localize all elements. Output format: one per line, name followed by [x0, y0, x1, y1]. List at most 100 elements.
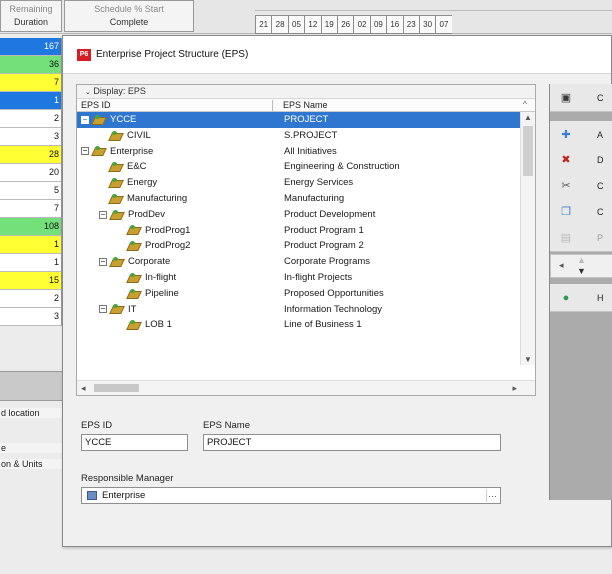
column-divider[interactable]	[272, 100, 273, 111]
eps-name-text: Line of Business 1	[284, 319, 362, 331]
eps-tree-row[interactable]: LOB 1 Line of Business 1	[77, 317, 520, 333]
schedule-complete-header[interactable]: Schedule % Start Complete	[64, 0, 194, 32]
dialog-titlebar[interactable]: P6 Enterprise Project Structure (EPS)	[63, 36, 611, 74]
eps-node: − Corporate	[99, 254, 170, 270]
eps-name-text: Product Development	[284, 208, 376, 220]
vertical-scrollbar[interactable]: ▲ ▼	[520, 112, 535, 365]
duration-cell[interactable]: 3	[0, 128, 62, 146]
eps-node-icon	[92, 146, 106, 156]
eps-node-icon	[109, 130, 123, 141]
eps-id-text: CIVIL	[127, 129, 151, 141]
eps-tree-row[interactable]: Pipeline Proposed Opportunities	[77, 286, 520, 302]
eps-id-text: LOB 1	[145, 319, 172, 331]
move-down-icon[interactable]: ▼	[577, 266, 586, 276]
collapse-toggle-icon[interactable]: −	[99, 210, 107, 219]
display-filter-bar[interactable]: ⌄ Display: EPS	[77, 85, 535, 99]
eps-node-icon	[92, 114, 106, 125]
duration-cell[interactable]: 20	[0, 164, 62, 182]
eps-tree-row[interactable]: CIVIL S.PROJECT	[77, 128, 520, 144]
eps-tree-row[interactable]: − Enterprise All Initiatives	[77, 144, 520, 160]
duration-cell[interactable]: 2	[0, 110, 62, 128]
cut-button[interactable]: ✂ C	[550, 172, 612, 200]
move-up-icon[interactable]: ▲	[577, 255, 586, 265]
horizontal-scrollbar[interactable]: ◂ ▸	[77, 380, 535, 395]
eps-id-label: EPS ID	[81, 420, 113, 431]
responsible-manager-value: Enterprise	[102, 490, 146, 501]
duration-cell[interactable]: 7	[0, 200, 62, 218]
duration-cell[interactable]: 108	[0, 218, 62, 236]
duration-cell[interactable]: 2	[0, 290, 62, 308]
duration-cell[interactable]: 1	[0, 254, 62, 272]
add-button[interactable]: ✚ A	[550, 121, 612, 149]
help-button[interactable]: ● H	[550, 284, 612, 312]
eps-tree-row[interactable]: E&C Engineering & Construction	[77, 159, 520, 175]
background-label: d location	[0, 408, 62, 418]
duration-cell[interactable]: 36	[0, 56, 62, 74]
scroll-down-icon[interactable]: ▼	[524, 355, 532, 364]
header-line-1: Schedule % Start	[94, 4, 164, 14]
close-button-label: C	[597, 92, 604, 103]
close-button[interactable]: ▣ C	[550, 84, 612, 112]
eps-id-column-header[interactable]: EPS ID	[81, 99, 111, 111]
eps-tree-row[interactable]: ProdProg2 Product Program 2	[77, 238, 520, 254]
eps-tree-panel: ⌄ Display: EPS EPS ID EPS Name ^ − YCCE PR…	[76, 84, 536, 396]
eps-tree-row[interactable]: − YCCE PROJECT	[77, 112, 520, 128]
scroll-thumb[interactable]	[94, 384, 139, 392]
cut-button-label: C	[597, 180, 604, 191]
eps-id-text: Pipeline	[145, 287, 179, 299]
eps-node: − Enterprise	[81, 144, 153, 160]
collapse-toggle-icon[interactable]: −	[81, 147, 89, 156]
paste-button[interactable]: ▤ P	[550, 224, 612, 252]
eps-tree-row[interactable]: ProdProg1 Product Program 1	[77, 223, 520, 239]
responsible-manager-field[interactable]: Enterprise …	[81, 487, 501, 504]
collapse-toggle-icon[interactable]: −	[81, 115, 89, 124]
scroll-left-icon[interactable]: ◂	[81, 383, 86, 394]
eps-node-icon	[110, 304, 124, 314]
duration-cell[interactable]: 1	[0, 236, 62, 254]
eps-node-icon	[127, 272, 141, 283]
duration-cell[interactable]: 7	[0, 74, 62, 92]
sort-up-icon: ^	[523, 100, 527, 109]
timeline-month-band	[255, 0, 612, 11]
duration-cell[interactable]: 5	[0, 182, 62, 200]
collapse-chevron-icon: ⌄	[85, 89, 91, 96]
display-label: Display: EPS	[93, 86, 146, 96]
remaining-duration-header[interactable]: Remaining Duration	[0, 0, 62, 32]
eps-id-text: YCCE	[110, 114, 137, 125]
eps-tree-row[interactable]: Manufacturing Manufacturing	[77, 191, 520, 207]
eps-node: − IT	[99, 302, 136, 318]
eps-name-column-header[interactable]: EPS Name	[283, 99, 328, 111]
scroll-thumb[interactable]	[523, 126, 533, 176]
duration-cell[interactable]: 15	[0, 272, 62, 290]
eps-id-text: Enterprise	[110, 145, 154, 157]
eps-name-field[interactable]: PROJECT	[203, 434, 501, 451]
scroll-right-icon[interactable]: ▸	[512, 383, 517, 394]
eps-id-field[interactable]: YCCE	[81, 434, 188, 451]
collapse-toggle-icon[interactable]: −	[99, 305, 107, 314]
eps-tree-row[interactable]: In-flight In-flight Projects	[77, 270, 520, 286]
copy-button[interactable]: ❐ C	[550, 198, 612, 226]
eps-tree-row[interactable]: − ProdDev Product Development	[77, 207, 520, 223]
duration-cell[interactable]: 28	[0, 146, 62, 164]
collapse-toggle-icon[interactable]: −	[99, 258, 107, 267]
timeline-day-cell: 30	[418, 15, 436, 34]
eps-node: Pipeline	[127, 286, 179, 302]
browse-manager-button[interactable]: …	[486, 489, 498, 502]
duration-cell[interactable]: 167	[0, 38, 62, 56]
timeline-day-cell: 19	[320, 15, 337, 34]
manager-obs-icon	[87, 490, 97, 500]
eps-name-text: Manufacturing	[284, 192, 345, 204]
duration-cell[interactable]: 1	[0, 92, 62, 110]
move-left-icon[interactable]: ◂	[559, 260, 564, 271]
eps-node-icon	[109, 162, 123, 172]
eps-name-text: Engineering & Construction	[284, 161, 400, 173]
eps-tree-row[interactable]: − IT Information Technology	[77, 302, 520, 318]
delete-button[interactable]: ✖ D	[550, 146, 612, 174]
scroll-up-icon[interactable]: ▲	[524, 113, 532, 122]
eps-tree-row[interactable]: − Corporate Corporate Programs	[77, 254, 520, 270]
eps-node-icon	[109, 193, 123, 204]
eps-id-text: Corporate	[128, 256, 171, 268]
eps-tree-row[interactable]: Energy Energy Services	[77, 175, 520, 191]
duration-cell[interactable]: 3	[0, 308, 62, 326]
eps-node-icon	[127, 320, 141, 330]
